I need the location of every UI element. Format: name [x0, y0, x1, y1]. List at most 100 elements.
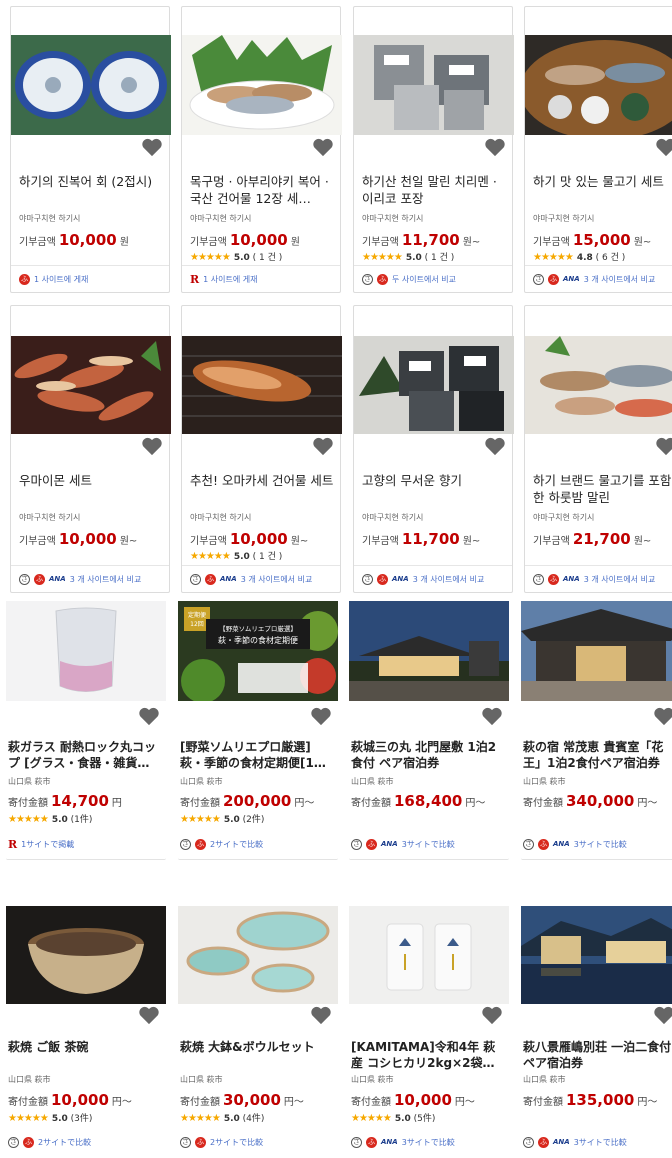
site-count-link[interactable]: さふ ANA 3サイトで比較 — [349, 831, 509, 857]
product-card[interactable]: 定期便 12回 【野菜ソムリエプロ厳選】 萩・季節の食材定期便 [野菜ソムリエプ… — [178, 601, 338, 860]
product-title[interactable]: 하기산 천일 말린 치리멘 · 이리코 포장 — [362, 173, 508, 207]
product-image-fish-set[interactable] — [525, 35, 672, 135]
favorite-heart-icon[interactable] — [310, 706, 332, 726]
product-title[interactable]: 萩ガラス 耐熱ロック丸コップ [グラス・食器・雑貨… — [8, 739, 162, 771]
site-count-link[interactable]: さふ ANA 3サイトで比較 — [349, 1129, 509, 1155]
furunavi-icon: ふ — [548, 273, 559, 285]
product-card[interactable]: 하기의 진복어 회 (2접시) 야마구치현 하기시 기부금액 10,000 원 ふ1… — [10, 6, 171, 293]
product-card[interactable]: 萩城三の丸 北門屋敷 1泊2食付 ペア宿泊券 山口県 萩市 寄付金額 168,40… — [349, 601, 509, 860]
satofull-icon: さ — [523, 838, 534, 850]
satofull-icon: さ — [351, 1136, 362, 1148]
favorite-heart-icon[interactable] — [655, 137, 672, 157]
product-title[interactable]: [KAMITAMA]令和4年 萩産 コシヒカリ2kg×2袋… — [351, 1039, 505, 1071]
product-image-chirimen-pack[interactable] — [354, 35, 514, 135]
site-count-link[interactable]: さふ ANA 3サイトで比較 — [521, 1129, 672, 1155]
product-image-fugu-sashimi[interactable] — [11, 35, 171, 135]
product-title[interactable]: 고향의 무서운 향기 — [362, 472, 508, 489]
product-card[interactable]: 萩の宿 常茂恵 貴賓室「花王」1泊2食付ペア宿泊券 山口県 萩市 寄付金額 340… — [521, 601, 672, 860]
product-image-castle-yashiki[interactable] — [349, 601, 509, 701]
favorite-heart-icon[interactable] — [312, 137, 334, 157]
product-title[interactable]: 萩の宿 常茂恵 貴賓室「花王」1泊2食付ペア宿泊券 — [523, 739, 672, 771]
rating: ★★★★★ 5.0 (1件) — [8, 814, 93, 825]
favorite-heart-icon[interactable] — [655, 436, 672, 456]
product-card[interactable]: 추천! 오마카세 건어물 세트 야마구치현 하기시 기부금액 10,000 원~ ★… — [181, 305, 342, 593]
product-title[interactable]: 하기의 진복어 회 (2접시) — [19, 173, 165, 190]
site-count-link[interactable]: さふ 2サイトで比較 — [178, 831, 338, 857]
product-title[interactable]: 목구멍 · 아부리야키 복어 · 국산 건어물 12장 세… — [190, 173, 336, 207]
site-count-link[interactable]: さふ 2サイトで比較 — [6, 1129, 166, 1155]
product-title[interactable]: 萩焼 大鉢&ボウルセット — [180, 1039, 334, 1055]
site-count-link[interactable]: さふ ANA 3 개 사이트에서 비교 — [182, 565, 340, 592]
product-card[interactable]: 하기 브랜드 물고기를 포함한 하룻밤 말린 야마구치현 하기시 기부금액 21,… — [524, 305, 672, 593]
site-count-link[interactable]: さふ ANA 3 개 사이트에서 비교 — [525, 265, 672, 292]
product-image-rice-bowl[interactable] — [6, 906, 166, 1004]
product-image-hagi-glass[interactable] — [6, 601, 166, 701]
product-card[interactable]: 萩八景雁嶋別荘 一泊二食付ペア宿泊券 山口県 萩市 寄付金額 135,000 円～ … — [521, 872, 672, 1158]
star-icons: ★★★★★ — [362, 252, 403, 263]
product-card[interactable]: 하기 맛 있는 물고기 세트 야마구치현 하기시 기부금액 15,000 원~ ★★… — [524, 6, 672, 293]
product-title[interactable]: 하기 브랜드 물고기를 포함한 하룻밤 말린 — [533, 472, 672, 506]
product-image-umaimon-set[interactable] — [11, 336, 171, 434]
rakuten-icon: R — [8, 837, 18, 851]
favorite-heart-icon[interactable] — [484, 436, 506, 456]
product-title[interactable]: 우마이몬 세트 — [19, 472, 165, 489]
site-count-link[interactable]: さふ ANA 3サイトで比較 — [521, 831, 672, 857]
product-title[interactable]: 추천! 오마카세 건어물 세트 — [190, 472, 336, 489]
favorite-heart-icon[interactable] — [310, 1005, 332, 1025]
product-price: 기부금액 10,000 원 — [190, 231, 300, 249]
furunavi-icon: ふ — [205, 573, 216, 585]
site-count-link[interactable]: さふ ANA 3 개 사이트에서 비교 — [11, 565, 169, 592]
satofull-icon: さ — [8, 1136, 19, 1148]
satofull-icon: さ — [351, 838, 362, 850]
product-price: 寄付金額 135,000 円～ — [523, 1091, 658, 1109]
favorite-heart-icon[interactable] — [141, 137, 163, 157]
product-title[interactable]: 萩城三の丸 北門屋敷 1泊2食付 ペア宿泊券 — [351, 739, 505, 771]
product-location: 山口県 萩市 — [523, 777, 566, 786]
product-image-rice-bags[interactable] — [349, 906, 509, 1004]
favorite-heart-icon[interactable] — [138, 706, 160, 726]
product-image-bowl-set[interactable] — [178, 906, 338, 1004]
favorite-heart-icon[interactable] — [484, 137, 506, 157]
product-image-seaweed-pack[interactable] — [354, 336, 514, 434]
furunavi-icon: ふ — [377, 273, 388, 285]
product-image-ryokan-gate[interactable] — [521, 601, 672, 701]
product-image-vegetable-subscription[interactable]: 定期便 12回 【野菜ソムリエプロ厳選】 萩・季節の食材定期便 — [178, 601, 338, 701]
product-card[interactable]: [KAMITAMA]令和4年 萩産 コシヒカリ2kg×2袋… 山口県 萩市 寄付… — [349, 872, 509, 1158]
product-title[interactable]: [野菜ソムリエプロ厳選] 萩・季節の食材定期便[1… — [180, 739, 334, 771]
product-card[interactable]: 고향의 무서운 향기 야마구치현 하기시 기부금액 11,700 원~ さふ ANA 3… — [353, 305, 514, 593]
product-price: 寄付金額 14,700 円 — [8, 792, 122, 810]
rating: ★★★★★ 5.0 (3件) — [8, 1113, 93, 1124]
product-title[interactable]: 萩八景雁嶋別荘 一泊二食付ペア宿泊券 — [523, 1039, 672, 1071]
favorite-heart-icon[interactable] — [653, 706, 672, 726]
product-card[interactable]: 하기산 천일 말린 치리멘 · 이리코 포장 야마구치현 하기시 기부금액 11,… — [353, 6, 514, 293]
product-image-dried-fish-assort[interactable] — [525, 336, 672, 434]
product-card[interactable]: 萩焼 ご飯 茶碗 山口県 萩市 寄付金額 10,000 円～ ★★★★★ 5.0 (3… — [6, 872, 166, 1158]
product-card[interactable]: 萩焼 大鉢&ボウルセット 山口県 萩市 寄付金額 30,000 円～ ★★★★★ 5.… — [178, 872, 338, 1158]
site-count-link[interactable]: さふ ANA 3 개 사이트에서 비교 — [354, 565, 512, 592]
site-count-link[interactable]: ふ1 사이트에 게재 — [11, 265, 169, 292]
site-count-link[interactable]: さふ ANA 3 개 사이트에서 비교 — [525, 565, 672, 592]
favorite-heart-icon[interactable] — [481, 1005, 503, 1025]
rating: ★★★★★ 4.8 ( 6 건 ) — [533, 252, 626, 263]
product-card[interactable]: 萩ガラス 耐熱ロック丸コップ [グラス・食器・雑貨… 山口県 萩市 寄付金額 14… — [6, 601, 166, 860]
favorite-heart-icon[interactable] — [141, 436, 163, 456]
product-image-dried-fish[interactable] — [182, 35, 342, 135]
product-location: 山口県 萩市 — [351, 1075, 394, 1084]
satofull-icon: さ — [533, 573, 544, 585]
product-card[interactable]: 우마이몬 세트 야마구치현 하기시 기부금액 10,000 원~ さふ ANA 3 개 … — [10, 305, 171, 593]
favorite-heart-icon[interactable] — [653, 1005, 672, 1025]
product-location: 야마구치현 하기시 — [362, 214, 424, 223]
product-image-grilled-fish[interactable] — [182, 336, 342, 434]
product-image-villa-night[interactable] — [521, 906, 672, 1004]
site-count-link[interactable]: さふ두 사이트에서 비교 — [354, 265, 512, 292]
favorite-heart-icon[interactable] — [138, 1005, 160, 1025]
favorite-heart-icon[interactable] — [312, 436, 334, 456]
site-count-link[interactable]: R1 사이트에 게재 — [182, 265, 340, 292]
product-title[interactable]: 萩焼 ご飯 茶碗 — [8, 1039, 162, 1055]
site-count-link[interactable]: R 1サイトで掲載 — [6, 831, 166, 857]
favorite-heart-icon[interactable] — [481, 706, 503, 726]
product-card[interactable]: 목구멍 · 아부리야키 복어 · 국산 건어물 12장 세… 야마구치현 하기시… — [181, 6, 342, 293]
site-count-link[interactable]: さふ 2サイトで比較 — [178, 1129, 338, 1155]
product-price: 기부금액 10,000 원~ — [19, 530, 138, 548]
product-title[interactable]: 하기 맛 있는 물고기 세트 — [533, 173, 672, 190]
